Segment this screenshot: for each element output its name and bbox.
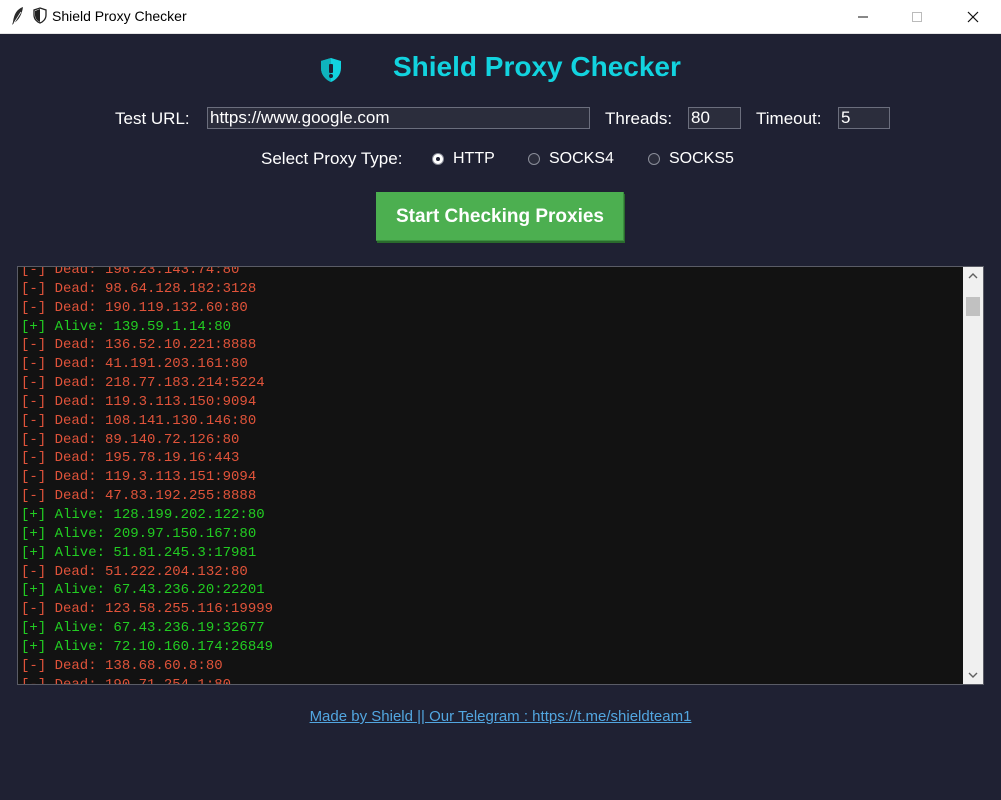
log-line-alive: [+] Alive: 128.199.202.122:80: [21, 506, 265, 523]
log-line-alive: [+] Alive: 139.59.1.14:80: [21, 318, 232, 335]
log-line-dead: [-] Dead: 138.68.60.8:80: [21, 657, 223, 674]
log-line-dead: [-] Dead: 51.222.204.132:80: [21, 563, 248, 580]
log-line-dead: [-] Dead: 41.191.203.161:80: [21, 356, 248, 373]
window-title: Shield Proxy Checker: [52, 8, 187, 24]
radio-socks5[interactable]: SOCKS5: [648, 150, 734, 168]
threads-input[interactable]: [688, 107, 741, 129]
scroll-thumb[interactable]: [966, 297, 980, 316]
log-line-dead: [-] Dead: 218.77.183.214:5224: [21, 375, 265, 392]
log-line-dead: [-] Dead: 119.3.113.150:9094: [21, 393, 257, 410]
feather-icon: [10, 6, 26, 26]
app-title: Shield Proxy Checker: [393, 51, 681, 82]
log-line-dead: [-] Dead: 198.23.143.74:80: [21, 266, 240, 278]
log-line-dead: [-] Dead: 195.78.19.16:443: [21, 450, 240, 467]
minimize-button[interactable]: [840, 0, 886, 33]
results-log[interactable]: [-] Dead: 198.23.143.74:80 [-] Dead: 98.6…: [17, 266, 984, 685]
test-url-label: Test URL:: [115, 109, 190, 128]
log-line-dead: [-] Dead: 119.3.113.151:9094: [21, 469, 257, 486]
radio-unchecked-icon: [528, 153, 540, 165]
threads-label: Threads:: [605, 109, 673, 128]
log-lines: [-] Dead: 198.23.143.74:80 [-] Dead: 98.6…: [21, 266, 961, 685]
log-line-alive: [+] Alive: 67.43.236.19:32677: [21, 620, 265, 637]
telegram-link[interactable]: Made by Shield || Our Telegram : https:/…: [0, 708, 1001, 725]
radio-socks4[interactable]: SOCKS4: [528, 150, 614, 168]
test-url-input[interactable]: [207, 107, 590, 129]
close-button[interactable]: [950, 0, 996, 33]
app-window: Shield Proxy Checker Shield Proxy Checke…: [0, 0, 1001, 800]
radio-socks4-label: SOCKS4: [549, 150, 614, 167]
log-line-dead: [-] Dead: 98.64.128.182:3128: [21, 280, 257, 297]
log-line-alive: [+] Alive: 209.97.150.167:80: [21, 525, 257, 542]
log-line-dead: [-] Dead: 108.141.130.146:80: [21, 412, 257, 429]
start-checking-button[interactable]: Start Checking Proxies: [376, 192, 624, 241]
scroll-up-arrow-icon[interactable]: [963, 267, 983, 285]
maximize-button[interactable]: [894, 0, 940, 33]
log-line-dead: [-] Dead: 190.71.254.1:80: [21, 676, 232, 685]
log-line-alive: [+] Alive: 72.10.160.174:26849: [21, 638, 274, 655]
proxy-type-label: Select Proxy Type:: [261, 149, 403, 168]
radio-checked-icon: [432, 153, 444, 165]
log-scrollbar[interactable]: [963, 267, 983, 684]
shield-icon: [33, 7, 49, 25]
radio-socks5-label: SOCKS5: [669, 150, 734, 167]
log-line-dead: [-] Dead: 123.58.255.116:19999: [21, 601, 274, 618]
log-line-alive: [+] Alive: 67.43.236.20:22201: [21, 582, 265, 599]
timeout-label: Timeout:: [756, 109, 822, 128]
log-line-dead: [-] Dead: 136.52.10.221:8888: [21, 337, 257, 354]
title-bar: Shield Proxy Checker: [0, 0, 1001, 34]
log-line-dead: [-] Dead: 47.83.192.255:8888: [21, 488, 257, 505]
radio-http-label: HTTP: [453, 150, 495, 167]
timeout-input[interactable]: [838, 107, 890, 129]
app-header: Shield Proxy Checker: [0, 48, 1001, 88]
log-line-dead: [-] Dead: 89.140.72.126:80: [21, 431, 240, 448]
scroll-down-arrow-icon[interactable]: [963, 666, 983, 684]
log-line-alive: [+] Alive: 51.81.245.3:17981: [21, 544, 257, 561]
radio-http[interactable]: HTTP: [432, 150, 495, 168]
shield-logo-icon: [318, 56, 344, 84]
radio-unchecked-icon: [648, 153, 660, 165]
log-line-dead: [-] Dead: 190.119.132.60:80: [21, 299, 248, 316]
